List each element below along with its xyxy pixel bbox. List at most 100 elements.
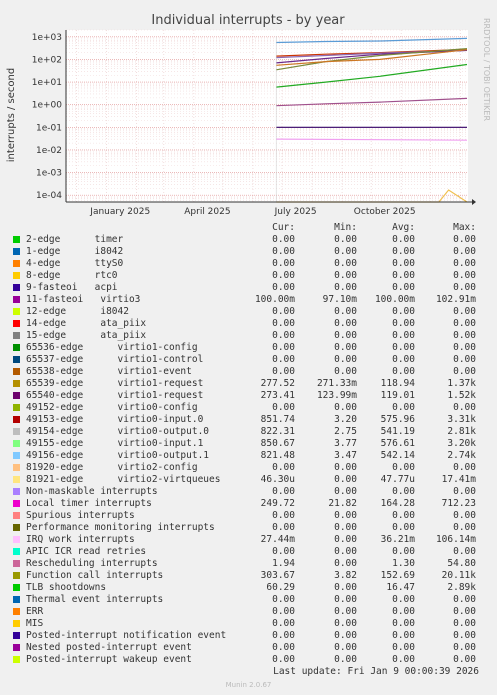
legend-cur-value: 273.41 bbox=[260, 390, 295, 401]
legend-swatch bbox=[13, 236, 20, 243]
legend-cur-value: 0.00 bbox=[272, 330, 295, 341]
legend-max-value: 0.00 bbox=[453, 366, 476, 377]
legend-avg-value: 0.00 bbox=[392, 402, 415, 413]
legend-row: Thermal event interrupts 0.00 0.00 0.00 0.00 bbox=[0, 594, 497, 606]
legend-avg-value: 0.00 bbox=[392, 246, 415, 257]
legend-max-value: 54.80 bbox=[447, 558, 476, 569]
legend-swatch bbox=[13, 404, 20, 411]
legend-series-name: 49156-edge virtio0-output.1 bbox=[26, 450, 210, 461]
legend-avg-value: 0.00 bbox=[392, 546, 415, 557]
legend-avg-value: 0.00 bbox=[392, 342, 415, 353]
legend-row: 49152-edge virtio0-config 0.00 0.00 0.00 0.0… bbox=[0, 402, 497, 414]
legend-max-value: 0.00 bbox=[453, 270, 476, 281]
legend-series-name: 65540-edge virtio1-request bbox=[26, 390, 204, 401]
legend-row: APIC ICR read retries 0.00 0.00 0.00 0.00 bbox=[0, 546, 497, 558]
legend-cur-value: 0.00 bbox=[272, 606, 295, 617]
legend-row: 49153-edge virtio0-input.0 851.74 3.20 575.… bbox=[0, 414, 497, 426]
legend-cur-value: 0.00 bbox=[272, 246, 295, 257]
legend-series-name: 49152-edge virtio0-config bbox=[26, 402, 198, 413]
legend-avg-value: 0.00 bbox=[392, 258, 415, 269]
legend-avg-value: 0.00 bbox=[392, 654, 415, 665]
legend-cur-value: 0.00 bbox=[272, 462, 295, 473]
legend-row: 49154-edge virtio0-output.0 822.31 2.75 541… bbox=[0, 426, 497, 438]
legend-series-name: 2-edge timer bbox=[26, 234, 124, 245]
legend-row: Non-maskable interrupts 0.00 0.00 0.00 0.00 bbox=[0, 486, 497, 498]
legend-series-name: 65537-edge virtio1-control bbox=[26, 354, 204, 365]
legend-swatch bbox=[13, 416, 20, 423]
legend-cur-value: 27.44m bbox=[260, 534, 295, 545]
y-tick-label: 1e+02 bbox=[32, 55, 62, 65]
legend-max-value: 0.00 bbox=[453, 654, 476, 665]
legend-series-name: 4-edge ttyS0 bbox=[26, 258, 124, 269]
legend-series-name: 9-fasteoi acpi bbox=[26, 282, 118, 293]
legend-row: 2-edge timer 0.00 0.00 0.00 0.00 bbox=[0, 234, 497, 246]
legend-row: 65540-edge virtio1-request 273.41 123.99m 1… bbox=[0, 390, 497, 402]
legend-max-value: 3.31k bbox=[447, 414, 476, 425]
legend-swatch bbox=[13, 332, 20, 339]
legend-cur-value: 60.29 bbox=[266, 582, 295, 593]
legend-cur-value: 0.00 bbox=[272, 318, 295, 329]
legend-swatch bbox=[13, 572, 20, 579]
legend-avg-value: 0.00 bbox=[392, 354, 415, 365]
legend-avg-value: 100.00m bbox=[374, 294, 415, 305]
x-tick-label: January 2025 bbox=[89, 207, 150, 217]
legend-avg-value: 0.00 bbox=[392, 270, 415, 281]
legend-row: Posted-interrupt notification event 0.00 0… bbox=[0, 630, 497, 642]
legend-row: 65539-edge virtio1-request 277.52 271.33m 1… bbox=[0, 378, 497, 390]
legend-swatch bbox=[13, 380, 20, 387]
legend-row: IRQ work interrupts 27.44m 0.00 36.21m 106.1… bbox=[0, 534, 497, 546]
legend-cur-value: 277.52 bbox=[260, 378, 295, 389]
legend-max-value: 1.37k bbox=[447, 378, 476, 389]
plot-area: 1e+03 1e+02 1e+01 1e+00 1e-01 1e-02 1e-03 1e-04… bbox=[32, 29, 476, 217]
legend-cur-value: 0.00 bbox=[272, 258, 295, 269]
legend-avg-value: 542.14 bbox=[380, 450, 415, 461]
legend-avg-value: 36.21m bbox=[380, 534, 415, 545]
legend-row: Posted-interrupt wakeup event 0.00 0.00 0.0… bbox=[0, 654, 497, 666]
legend-swatch bbox=[13, 440, 20, 447]
legend-row: Local timer interrupts 249.72 21.82 164.28 7… bbox=[0, 498, 497, 510]
legend-swatch bbox=[13, 536, 20, 543]
legend-max-value: 0.00 bbox=[453, 462, 476, 473]
legend-swatch bbox=[13, 392, 20, 399]
legend-swatch bbox=[13, 296, 20, 303]
legend-cur-value: 100.00m bbox=[254, 294, 295, 305]
legend-series-name: Nested posted-interrupt event bbox=[26, 642, 192, 653]
legend-series-name: 8-edge rtc0 bbox=[26, 270, 118, 281]
legend-row: 65536-edge virtio1-config 0.00 0.00 0.00 0.0… bbox=[0, 342, 497, 354]
legend-avg-value: 576.61 bbox=[380, 438, 415, 449]
legend-row: 65538-edge virtio1-event 0.00 0.00 0.00 0.00 bbox=[0, 366, 497, 378]
legend-series-name: Local timer interrupts bbox=[26, 498, 152, 509]
legend-series-name: ERR bbox=[26, 606, 44, 617]
legend-avg-value: 119.01 bbox=[380, 390, 415, 401]
legend-avg-value: 575.96 bbox=[380, 414, 415, 425]
legend-row: MIS 0.00 0.00 0.00 0.00 bbox=[0, 618, 497, 630]
legend-row: Nested posted-interrupt event 0.00 0.00 0.0… bbox=[0, 642, 497, 654]
legend-cur-value: 0.00 bbox=[272, 522, 295, 533]
legend-avg-value: 47.77u bbox=[380, 474, 415, 485]
y-tick-label: 1e+00 bbox=[32, 101, 63, 111]
legend-swatch bbox=[13, 308, 20, 315]
y-axis-label: interrupts / second bbox=[6, 68, 17, 162]
legend-max-value: 0.00 bbox=[453, 546, 476, 557]
legend-cur-value: 0.00 bbox=[272, 282, 295, 293]
legend-series-name: 14-edge ata_piix bbox=[26, 318, 147, 329]
legend-swatch bbox=[13, 548, 20, 555]
legend-swatch bbox=[13, 464, 20, 471]
legend-row: ERR 0.00 0.00 0.00 0.00 bbox=[0, 606, 497, 618]
legend-max-value: 0.00 bbox=[453, 246, 476, 257]
legend-row: TLB shootdowns 60.29 0.00 16.47 2.89k bbox=[0, 582, 497, 594]
legend-cur-value: 0.00 bbox=[272, 618, 295, 629]
legend-cur-value: 303.67 bbox=[260, 570, 295, 581]
legend-series-name: 12-edge i8042 bbox=[26, 306, 129, 317]
legend-series-name: IRQ work interrupts bbox=[26, 534, 135, 545]
legend-swatch bbox=[13, 512, 20, 519]
legend-cur-value: 0.00 bbox=[272, 354, 295, 365]
legend-series-name: 65536-edge virtio1-config bbox=[26, 342, 198, 353]
legend-avg-value: 541.19 bbox=[380, 426, 415, 437]
legend-swatch bbox=[13, 500, 20, 507]
x-tick-label: April 2025 bbox=[184, 207, 230, 217]
y-tick-label: 1e+03 bbox=[32, 33, 62, 43]
legend-cur-value: 0.00 bbox=[272, 486, 295, 497]
legend-row: 1-edge i8042 0.00 0.00 0.00 0.00 bbox=[0, 246, 497, 258]
legend-max-value: 0.00 bbox=[453, 618, 476, 629]
